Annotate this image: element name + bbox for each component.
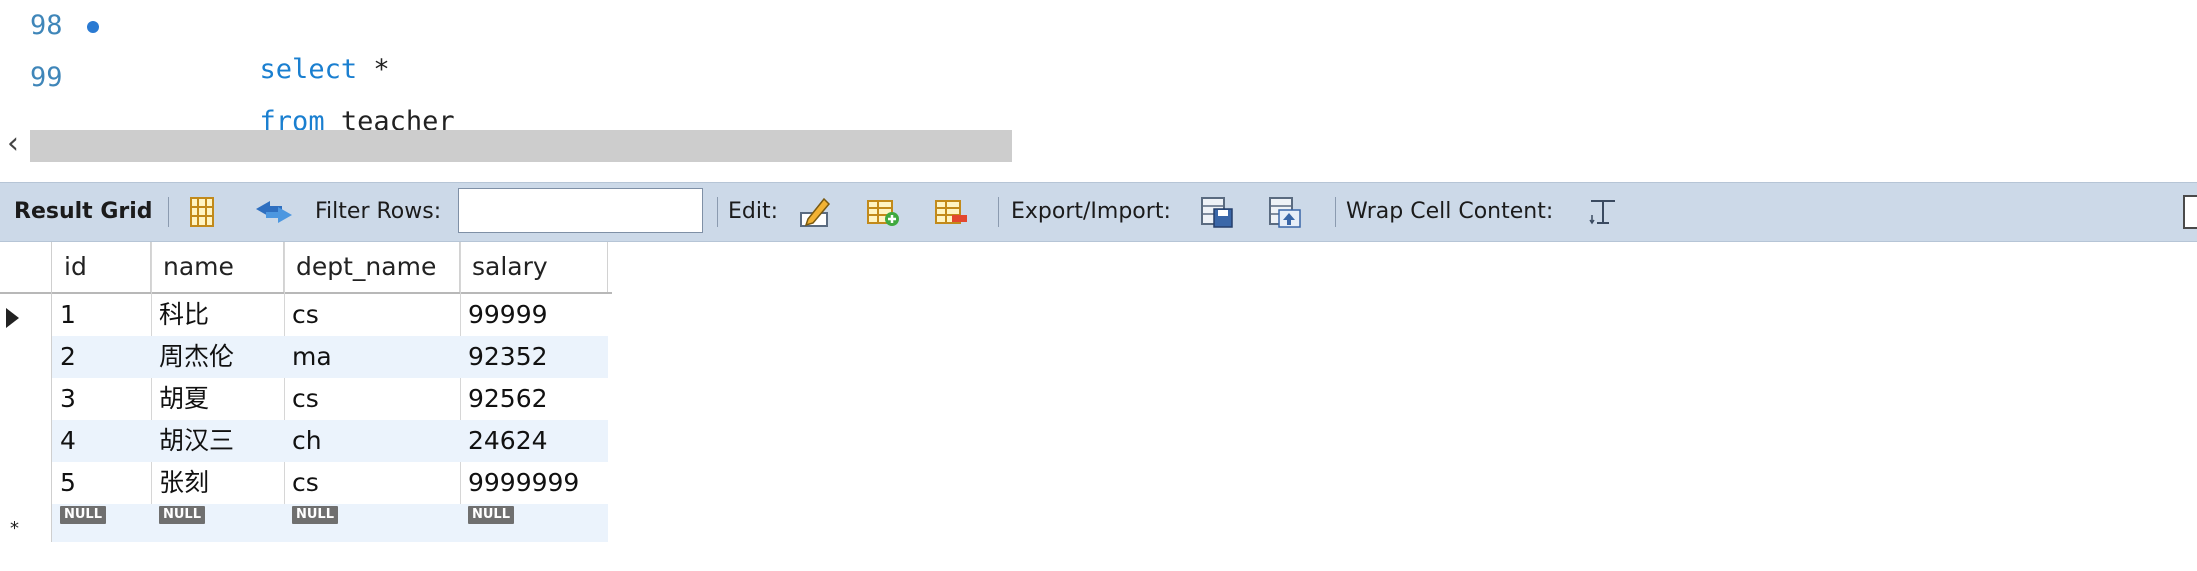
delete-row-icon[interactable] <box>934 195 968 229</box>
table-row[interactable]: 4 胡汉三 ch 24624 <box>52 420 608 462</box>
null-badge: NULL <box>292 506 339 524</box>
cell-name[interactable]: NULL <box>151 504 206 542</box>
new-row[interactable]: NULL NULL NULL NULL <box>52 504 608 542</box>
edit-pencil-icon[interactable] <box>798 195 832 229</box>
cell-id[interactable]: NULL <box>52 504 107 542</box>
column-header-name[interactable]: name <box>151 242 284 292</box>
cell-salary[interactable]: 99999 <box>460 294 548 336</box>
add-row-icon[interactable] <box>866 195 900 229</box>
refresh-arrows-icon[interactable] <box>252 195 296 229</box>
cell-salary[interactable]: 92352 <box>460 336 548 378</box>
table-row[interactable]: 5 张刻 cs 9999999 <box>52 462 608 504</box>
cell-dept-name[interactable]: cs <box>284 378 319 420</box>
sql-editor[interactable]: 98 select * 99 from teacher <box>0 0 2197 137</box>
current-row-pointer-icon <box>6 308 19 328</box>
table-row[interactable]: 1 科比 cs 99999 <box>52 294 608 336</box>
code-line-98[interactable]: 98 select * <box>0 4 900 85</box>
cell-salary[interactable]: 92562 <box>460 378 548 420</box>
column-header-salary[interactable]: salary <box>460 242 608 292</box>
export-icon[interactable] <box>1200 195 1234 229</box>
toolbar-separator <box>717 197 718 227</box>
line-number: 98 <box>30 10 63 41</box>
cell-id[interactable]: 1 <box>52 294 76 336</box>
cell-name[interactable]: 胡汉三 <box>151 420 234 462</box>
table-row[interactable]: 3 胡夏 cs 92562 <box>52 378 608 420</box>
null-badge: NULL <box>60 506 107 524</box>
cell-dept-name[interactable]: ch <box>284 420 322 462</box>
scrollbar-thumb[interactable] <box>30 130 1012 162</box>
grid-header: id name dept_name salary <box>0 242 612 294</box>
cell-salary[interactable]: 24624 <box>460 420 548 462</box>
panel-toggle-icon[interactable] <box>2183 195 2197 229</box>
filter-rows-input[interactable] <box>458 188 703 233</box>
null-badge: NULL <box>468 506 515 524</box>
cell-name[interactable]: 胡夏 <box>151 378 209 420</box>
cell-salary[interactable]: NULL <box>460 504 515 542</box>
table-row[interactable]: 2 周杰伦 ma 92352 <box>52 336 608 378</box>
scroll-left-arrow-icon[interactable]: ‹ <box>0 128 26 164</box>
cell-salary[interactable]: 9999999 <box>460 462 579 504</box>
row-header-corner <box>0 242 52 292</box>
result-grid[interactable]: id name dept_name salary 1 科比 cs 99999 2… <box>0 242 612 542</box>
result-toolbar: Result Grid Filter Rows: Edit: Export/Im… <box>0 182 2197 242</box>
column-header-dept-name[interactable]: dept_name <box>284 242 460 292</box>
statement-marker-icon <box>87 21 99 33</box>
horizontal-scrollbar[interactable]: ‹ <box>0 128 1012 164</box>
cell-name[interactable]: 周杰伦 <box>151 336 234 378</box>
null-badge: NULL <box>159 506 206 524</box>
edit-label: Edit: <box>728 199 779 224</box>
cell-id[interactable]: 4 <box>52 420 76 462</box>
column-header-id[interactable]: id <box>52 242 151 292</box>
cell-name[interactable]: 张刻 <box>151 462 209 504</box>
cell-dept-name[interactable]: NULL <box>284 504 339 542</box>
toolbar-separator <box>998 197 999 227</box>
result-grid-tab[interactable]: Result Grid <box>14 183 153 241</box>
cell-id[interactable]: 2 <box>52 336 76 378</box>
import-icon[interactable] <box>1268 195 1302 229</box>
wrap-cell-content-label: Wrap Cell Content: <box>1346 199 1554 224</box>
toolbar-separator <box>168 197 169 227</box>
cell-dept-name[interactable]: cs <box>284 294 319 336</box>
export-import-label: Export/Import: <box>1011 199 1171 224</box>
new-row-marker-icon: * <box>10 518 19 539</box>
toolbar-separator <box>1335 197 1336 227</box>
line-number: 99 <box>30 62 63 93</box>
filter-rows-label: Filter Rows: <box>315 199 442 224</box>
cell-id[interactable]: 3 <box>52 378 76 420</box>
cell-name[interactable]: 科比 <box>151 294 209 336</box>
cell-dept-name[interactable]: ma <box>284 336 332 378</box>
grid-layout-icon[interactable] <box>186 195 220 229</box>
code-line-99[interactable]: 99 from teacher <box>0 56 900 137</box>
cell-id[interactable]: 5 <box>52 462 76 504</box>
wrap-text-icon[interactable] <box>1588 195 1618 229</box>
cell-dept-name[interactable]: cs <box>284 462 319 504</box>
